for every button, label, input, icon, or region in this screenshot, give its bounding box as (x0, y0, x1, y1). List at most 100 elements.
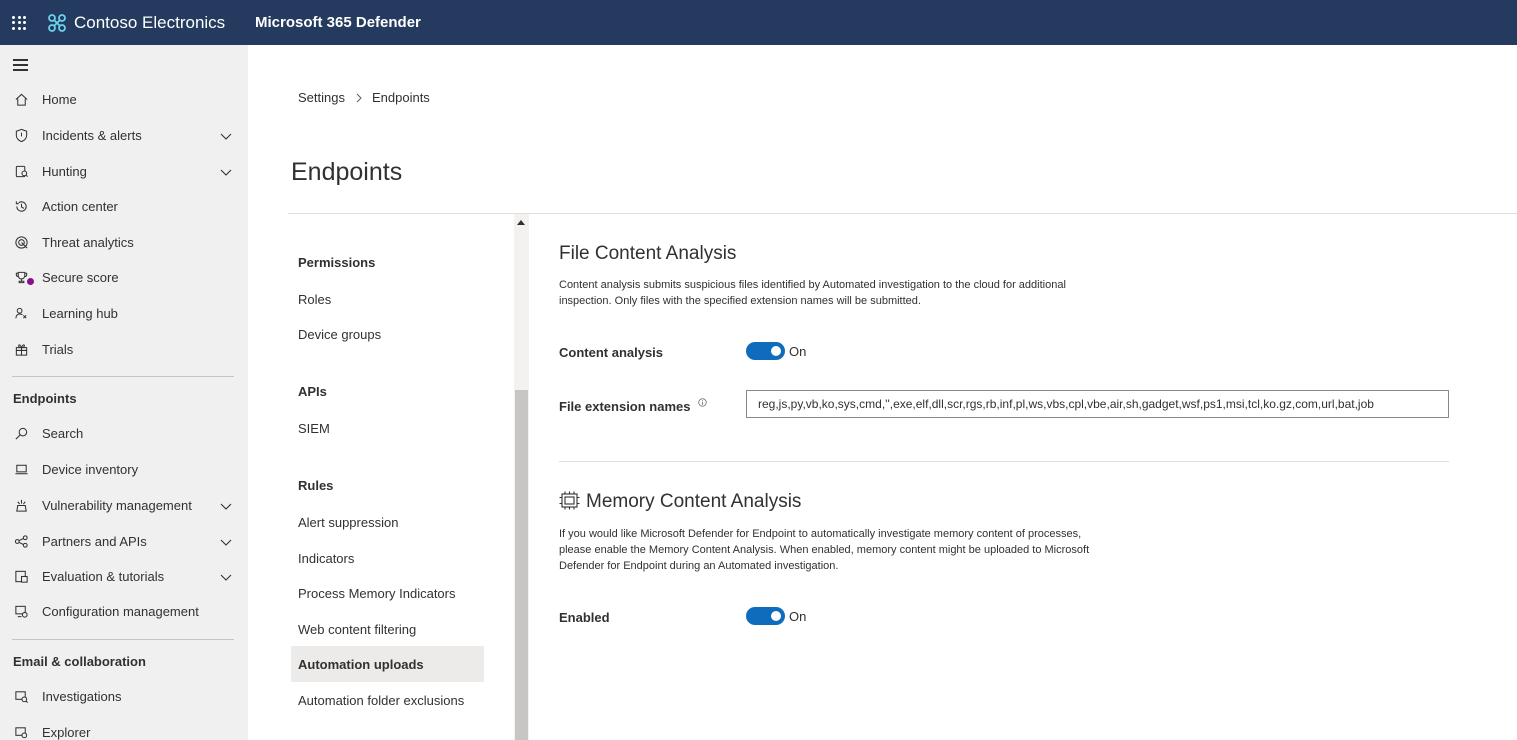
content-analysis-toggle[interactable] (746, 342, 785, 360)
chevron-down-icon[interactable] (219, 535, 233, 549)
nav-section-endpoints: Endpoints (13, 391, 77, 406)
shield-icon (12, 127, 30, 145)
nav-item-action-center[interactable]: Action center (0, 189, 248, 224)
title-divider (288, 213, 1517, 214)
breadcrumb: Settings Endpoints (298, 90, 430, 105)
search-icon (12, 425, 30, 443)
subnav-item-automation-folder-exclusions[interactable]: Automation folder exclusions (291, 682, 484, 718)
nav-item-threat-analytics[interactable]: Threat analytics (0, 225, 248, 260)
nav-item-label: Secure score (42, 270, 119, 285)
subnav-item-siem[interactable]: SIEM (291, 410, 484, 446)
gift-icon (12, 341, 30, 359)
memory-content-analysis-title: Memory Content Analysis (586, 491, 802, 512)
chevron-down-icon[interactable] (219, 499, 233, 513)
subnav-group-apis: APIs (298, 384, 327, 399)
laptop-icon (12, 461, 30, 479)
trophy-icon (12, 269, 30, 287)
top-bar: Contoso Electronics Microsoft 365 Defend… (0, 0, 1517, 45)
product-name[interactable]: Microsoft 365 Defender (255, 14, 421, 31)
breadcrumb-settings-link[interactable]: Settings (298, 90, 345, 105)
subnav-item-process-memory-indicators[interactable]: Process Memory Indicators (291, 575, 484, 611)
memory-content-analysis-description: If you would like Microsoft Defender for… (559, 528, 1090, 572)
threat-analytics-icon (12, 234, 30, 252)
explorer-icon (12, 724, 30, 740)
scrollbar-thumb[interactable] (515, 390, 528, 740)
app-launcher-button[interactable] (0, 0, 38, 45)
nav-item-label: Hunting (42, 164, 87, 179)
org-name: Contoso Electronics (74, 12, 226, 32)
section-divider (559, 461, 1449, 462)
page-title: Endpoints (291, 158, 403, 186)
breadcrumb-current: Endpoints (371, 90, 430, 105)
memory-chip-icon (559, 491, 580, 510)
memory-analysis-toggle-state: On (789, 609, 807, 624)
org-brand[interactable]: Contoso Electronics (38, 0, 248, 45)
subnav-group-permissions: Permissions (298, 255, 376, 270)
nav-item-configuration-management[interactable]: Configuration management (0, 594, 248, 629)
nav-item-label: Explorer (42, 725, 91, 740)
nav-item-partners-apis[interactable]: Partners and APIs (0, 524, 248, 559)
partners-icon (12, 533, 30, 551)
nav-item-label: Device inventory (42, 462, 139, 477)
nav-item-label: Action center (42, 199, 118, 214)
nav-divider (12, 639, 234, 640)
subnav-group-rules: Rules (298, 478, 334, 493)
nav-item-home[interactable]: Home (0, 82, 248, 117)
file-extension-names-text: File extension names (559, 399, 691, 414)
configuration-icon (12, 603, 30, 621)
chevron-down-icon[interactable] (219, 165, 233, 179)
nav-item-label: Trials (42, 342, 74, 357)
file-content-analysis-description: Content analysis submits suspicious file… (559, 279, 1066, 307)
subnav-item-alert-suppression[interactable]: Alert suppression (291, 504, 484, 540)
chevron-right-icon (356, 93, 362, 102)
contoso-logo-icon (48, 13, 66, 32)
subnav-item-web-content-filtering[interactable]: Web content filtering (291, 611, 484, 647)
nav-item-label: Learning hub (42, 306, 118, 321)
hamburger-menu-icon[interactable] (13, 59, 28, 71)
investigations-icon (12, 688, 30, 706)
file-extension-names-input[interactable] (746, 390, 1449, 418)
content-analysis-toggle-state: On (789, 344, 807, 359)
nav-item-evaluation-tutorials[interactable]: Evaluation & tutorials (0, 559, 248, 594)
nav-item-label: Home (42, 92, 77, 107)
content-analysis-label: Content analysis (559, 345, 664, 360)
file-content-analysis-title: File Content Analysis (559, 243, 737, 264)
scroll-up-arrow-icon[interactable] (517, 220, 525, 225)
nav-item-secure-score[interactable]: Secure score (0, 260, 248, 295)
subnav-item-indicators[interactable]: Indicators (291, 540, 484, 576)
nav-item-trials[interactable]: Trials (0, 332, 248, 367)
info-icon[interactable] (698, 398, 707, 407)
subnav-item-roles[interactable]: Roles (291, 281, 484, 317)
left-navigation: Home Incidents & alerts Hunting Action c… (0, 45, 248, 740)
memory-enabled-label: Enabled (559, 610, 610, 625)
nav-item-incidents-alerts[interactable]: Incidents & alerts (0, 118, 248, 153)
nav-item-search[interactable]: Search (0, 416, 248, 451)
hunting-icon (12, 163, 30, 181)
nav-section-email-collaboration: Email & collaboration (13, 654, 146, 669)
vulnerability-icon (12, 497, 30, 515)
app-launcher-icon (12, 15, 26, 30)
nav-item-label: Configuration management (42, 604, 199, 619)
nav-item-learning-hub[interactable]: Learning hub (0, 296, 248, 331)
nav-item-label: Partners and APIs (42, 534, 147, 549)
chevron-down-icon[interactable] (219, 129, 233, 143)
nav-item-label: Threat analytics (42, 235, 134, 250)
memory-analysis-toggle[interactable] (746, 607, 785, 625)
nav-item-label: Evaluation & tutorials (42, 569, 165, 584)
chevron-down-icon[interactable] (219, 570, 233, 584)
nav-item-hunting[interactable]: Hunting (0, 154, 248, 189)
file-extension-names-label: File extension names (559, 398, 707, 414)
home-icon (12, 91, 30, 109)
evaluation-icon (12, 568, 30, 586)
nav-item-vulnerability-management[interactable]: Vulnerability management (0, 488, 248, 523)
nav-divider (12, 376, 234, 377)
nav-item-explorer[interactable]: Explorer (0, 715, 248, 740)
subnav-item-device-groups[interactable]: Device groups (291, 316, 484, 352)
subnav-item-automation-uploads[interactable]: Automation uploads (291, 646, 484, 682)
nav-item-investigations[interactable]: Investigations (0, 679, 248, 714)
nav-item-label: Incidents & alerts (42, 128, 142, 143)
nav-item-label: Investigations (42, 689, 122, 704)
nav-item-label: Search (42, 426, 84, 441)
action-center-icon (12, 198, 30, 216)
nav-item-device-inventory[interactable]: Device inventory (0, 452, 248, 487)
